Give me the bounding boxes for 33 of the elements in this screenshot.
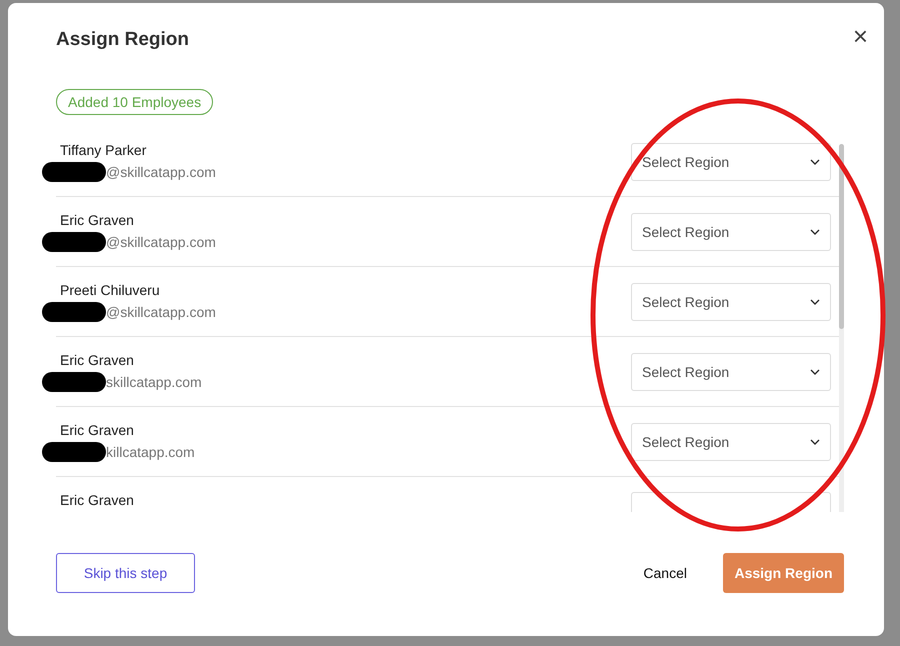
redaction-mark — [42, 442, 106, 462]
employee-email: @skillcatapp.com — [106, 304, 216, 320]
employee-name: Eric Graven — [60, 212, 135, 228]
redaction-mark — [42, 232, 106, 252]
scrollbar-track[interactable] — [839, 144, 844, 512]
redaction-mark — [42, 372, 106, 392]
chevron-down-icon — [810, 368, 820, 374]
employee-name: Eric Graven — [60, 492, 134, 508]
employee-name: Eric Graven — [60, 352, 135, 368]
employee-email: skillcatapp.com — [106, 374, 202, 390]
cancel-button[interactable]: Cancel — [643, 565, 687, 581]
chevron-down-icon — [810, 228, 820, 234]
chevron-down-icon — [810, 438, 820, 444]
region-dropdown[interactable]: Select Region — [631, 142, 831, 180]
skip-button[interactable]: Skip this step — [56, 553, 195, 593]
region-dropdown[interactable]: Select Region — [631, 352, 831, 390]
employee-name: Tiffany Parker — [60, 142, 148, 158]
region-dropdown[interactable]: Select Region — [631, 282, 831, 320]
dialog-title: Assign Region — [56, 29, 190, 51]
chevron-down-icon — [810, 158, 820, 164]
employee-email: @skillcatapp.com — [106, 164, 216, 180]
region-dropdown[interactable]: Select Region — [631, 212, 831, 250]
employee-name: Preeti Chiluveru — [60, 282, 161, 298]
redaction-mark — [42, 302, 106, 322]
scrollbar-thumb[interactable] — [839, 144, 844, 329]
employee-count-badge: Added 10 Employees — [56, 89, 214, 115]
employee-name: Eric Graven — [60, 422, 135, 438]
region-dropdown[interactable]: Select Region — [631, 422, 831, 460]
close-button[interactable]: × — [852, 20, 868, 52]
employee-email: @skillcatapp.com — [106, 234, 216, 250]
redaction-mark — [42, 162, 106, 182]
employee-email: killcatapp.com — [106, 444, 195, 460]
chevron-down-icon — [810, 298, 820, 304]
